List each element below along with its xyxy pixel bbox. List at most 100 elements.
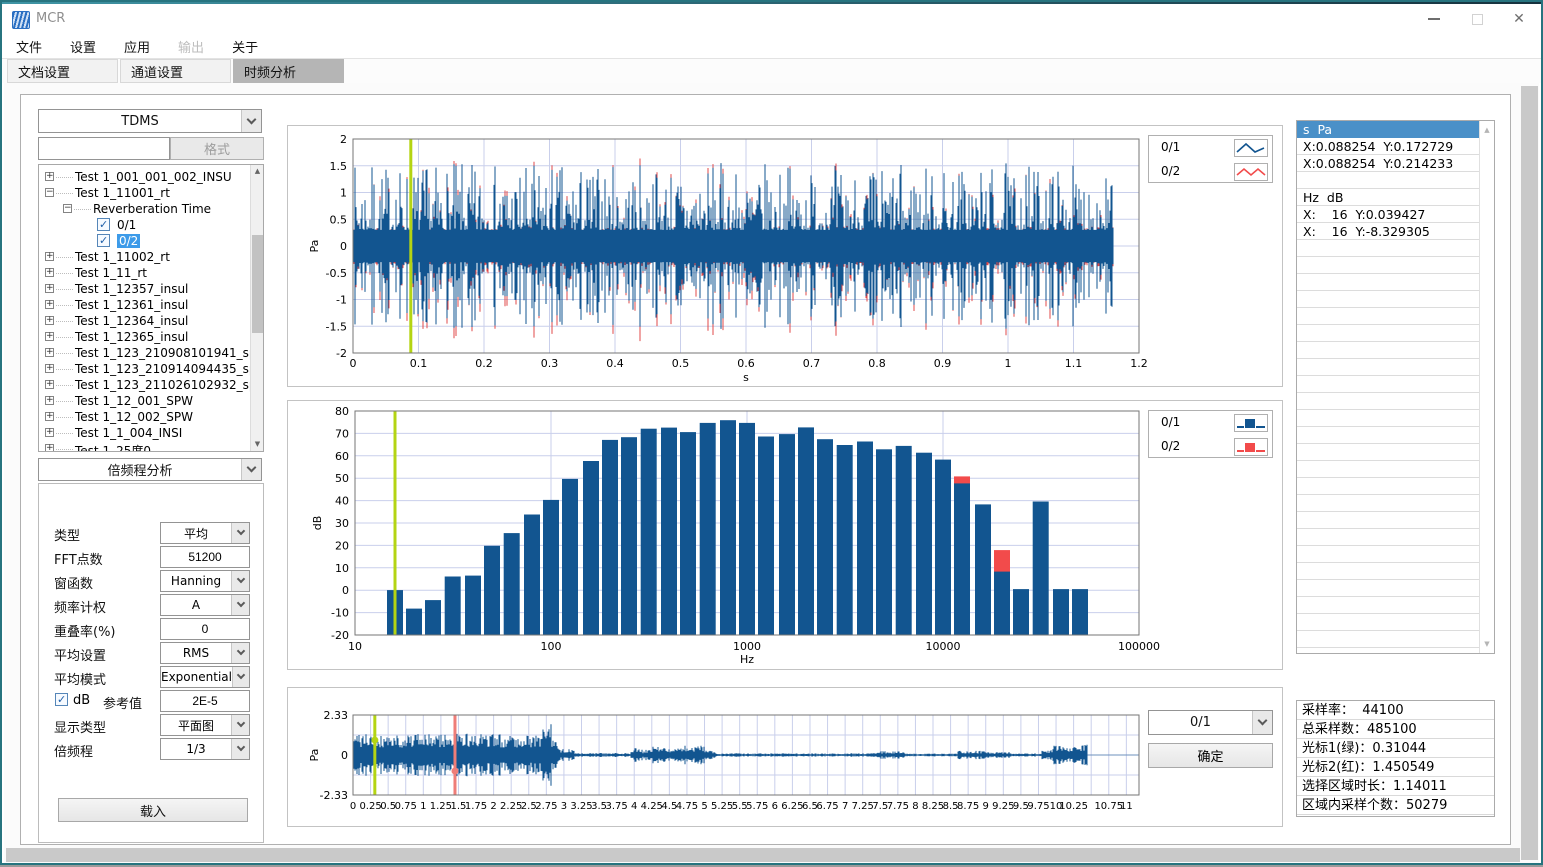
tree-item[interactable]: +Test 1_12361_insul (39, 297, 249, 313)
expand-icon[interactable]: + (45, 316, 54, 325)
legend-row[interactable]: 0/1 (1149, 136, 1274, 160)
tree-item[interactable]: + Test 1_001_001_002_INSU (39, 169, 249, 185)
tree-item[interactable]: +Test 1_123_211026102932_spw (39, 377, 249, 393)
readout-row[interactable]: X:0.088254 Y:0.172729 (1297, 138, 1480, 155)
legend-row[interactable]: 0/2 (1149, 435, 1274, 459)
param-input[interactable] (160, 690, 250, 712)
readout-row[interactable]: Hz dB (1297, 189, 1480, 206)
chevron-down-icon[interactable] (241, 459, 261, 480)
tree-item-label[interactable]: Reverberation Time (93, 202, 211, 216)
expand-icon[interactable]: + (45, 364, 54, 373)
chevron-down-icon[interactable] (1252, 711, 1272, 734)
tree-scrollbar[interactable]: ▲ ▼ (250, 165, 263, 451)
readout-row-empty[interactable] (1297, 240, 1480, 257)
readout-row-empty[interactable] (1297, 308, 1480, 325)
scroll-up-icon[interactable]: ▲ (251, 165, 264, 178)
expand-icon[interactable]: + (45, 252, 54, 261)
scroll-up-icon[interactable]: ▲ (1480, 123, 1494, 137)
readout-row-empty[interactable] (1297, 512, 1480, 529)
tree-item-label[interactable]: Test 1_12364_insul (75, 314, 188, 328)
readout-row[interactable]: X:0.088254 Y:0.214233 (1297, 155, 1480, 172)
chevron-down-icon[interactable] (231, 571, 249, 591)
expand-icon[interactable]: + (45, 428, 54, 437)
analysis-type-select[interactable]: 倍频程分析 (38, 458, 262, 481)
readout-row-empty[interactable] (1297, 342, 1480, 359)
readout-row-empty[interactable] (1297, 478, 1480, 495)
readout-row-empty[interactable] (1297, 410, 1480, 427)
readout-row-empty[interactable] (1297, 529, 1480, 546)
param-input[interactable] (160, 618, 250, 640)
tree-item-label[interactable]: Test 1_12365_insul (75, 330, 188, 344)
expand-icon[interactable]: + (45, 332, 54, 341)
param-select[interactable]: RMS (160, 642, 250, 664)
readout-row-empty[interactable] (1297, 631, 1480, 648)
readout-row-empty[interactable] (1297, 563, 1480, 580)
tree-item-label[interactable]: Test 1_11002_rt (75, 250, 170, 264)
readout-row-empty[interactable] (1297, 495, 1480, 512)
tree-item-label-selected[interactable]: 0/2 (117, 234, 140, 248)
overview-waveform-chart[interactable]: 00.250.50.7511.251.51.7522.252.52.7533.2… (288, 688, 1282, 826)
tree-item-label[interactable]: Test 1_12357_insul (75, 282, 188, 296)
param-select[interactable]: 平面图 (160, 714, 250, 736)
param-select[interactable]: Hanning (160, 570, 250, 592)
tree-item-label[interactable]: Test 1_001_001_002_INSU (75, 170, 232, 184)
checkbox-checked[interactable] (97, 218, 110, 231)
param-select[interactable]: 1/3 (160, 738, 250, 760)
tree-item[interactable]: + Test 1_12365_insul (39, 329, 249, 345)
tree-item-label[interactable]: Test 1_12_002_SPW (75, 410, 193, 424)
vertical-scrollbar[interactable] (1521, 86, 1538, 860)
chevron-down-icon[interactable] (231, 739, 249, 759)
param-select[interactable]: Exponential (160, 666, 250, 688)
tree-item-label[interactable]: Test 1_123_210914094435_spw (75, 362, 264, 376)
chevron-down-icon[interactable] (231, 595, 249, 615)
readout-row-empty[interactable] (1297, 546, 1480, 563)
chevron-down-icon[interactable] (231, 715, 249, 735)
expand-icon[interactable]: + (45, 284, 54, 293)
tree-item[interactable]: +Test 1_123_210914094435_spw (39, 361, 249, 377)
scroll-down-icon[interactable]: ▼ (251, 438, 264, 451)
load-button[interactable]: 载入 (58, 798, 248, 822)
tree-item-label[interactable]: Test 1_11001_rt (75, 186, 170, 200)
tree-item-label[interactable]: Test 1_1_004_INSI (75, 426, 182, 440)
readout-row-empty[interactable] (1297, 359, 1480, 376)
tree-item[interactable]: +Test 1_25度0 (39, 441, 249, 452)
tree-item[interactable]: + Test 1_12_002_SPW (39, 409, 249, 425)
chevron-down-icon[interactable] (241, 110, 261, 132)
tree-item-label[interactable]: Test 1_123_211026102932_spw (75, 378, 264, 392)
chevron-down-icon[interactable] (232, 667, 249, 687)
tree-item[interactable]: +Test 1_11_rt (39, 265, 249, 281)
tree-item-label[interactable]: 0/1 (117, 218, 136, 232)
expand-icon[interactable]: + (45, 268, 54, 277)
db-checkbox[interactable] (55, 693, 68, 706)
collapse-icon[interactable]: − (45, 188, 54, 197)
expand-icon[interactable]: + (45, 172, 54, 181)
tree-item[interactable]: 0/1 (39, 217, 249, 233)
readout-row-empty[interactable] (1297, 461, 1480, 478)
collapse-icon[interactable]: − (63, 204, 72, 213)
tree-item-label[interactable]: Test 1_25度0 (75, 442, 151, 452)
readout-row-empty[interactable] (1297, 172, 1480, 189)
readout-scrollbar[interactable]: ▲ ▼ (1479, 121, 1494, 653)
readout-row-empty[interactable] (1297, 580, 1480, 597)
readout-row-empty[interactable] (1297, 274, 1480, 291)
file-format-select[interactable]: TDMS (38, 109, 262, 133)
readout-row[interactable]: s Pa (1297, 121, 1480, 138)
scrollbar-thumb[interactable] (252, 235, 263, 333)
checkbox-checked[interactable] (97, 234, 110, 247)
readout-row-empty[interactable] (1297, 376, 1480, 393)
expand-icon[interactable]: + (45, 300, 54, 309)
tree-item[interactable]: +Test 1_123_210908101941_spw (39, 345, 249, 361)
readout-row[interactable]: X: 16 Y:-8.329305 (1297, 223, 1480, 240)
legend-row[interactable]: 0/2 (1149, 160, 1274, 184)
readout-row-empty[interactable] (1297, 597, 1480, 614)
expand-icon[interactable]: + (45, 412, 54, 421)
horizontal-scrollbar[interactable] (6, 848, 1520, 862)
tree-item-label[interactable]: Test 1_123_210908101941_spw (75, 346, 264, 360)
tree-item[interactable]: 0/2 (39, 233, 249, 249)
expand-icon[interactable]: + (45, 396, 54, 405)
chevron-down-icon[interactable] (231, 523, 249, 543)
tree-item[interactable]: − Test 1_11001_rt (39, 185, 249, 201)
readout-row-empty[interactable] (1297, 257, 1480, 274)
cursor-readout-list[interactable]: s PaX:0.088254 Y:0.172729X:0.088254 Y:0.… (1296, 120, 1495, 654)
confirm-button[interactable]: 确定 (1148, 743, 1273, 768)
